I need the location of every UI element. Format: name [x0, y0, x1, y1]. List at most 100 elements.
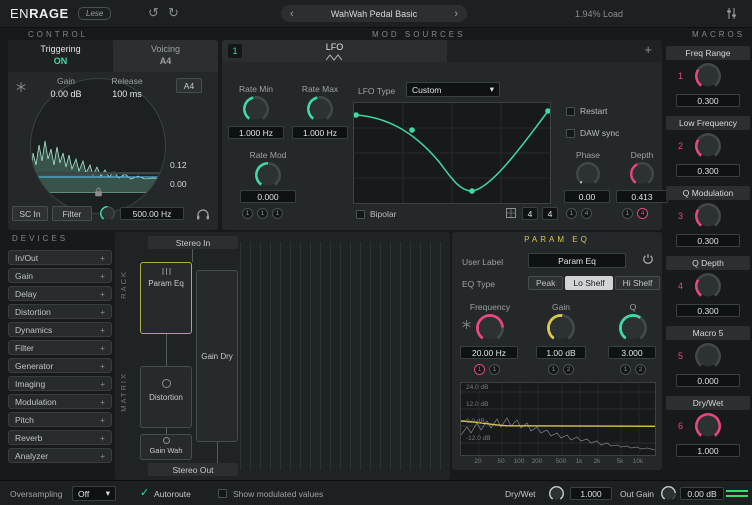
out-gain-knob[interactable]	[661, 486, 676, 501]
add-device-icon[interactable]: +	[100, 325, 105, 335]
undo-icon[interactable]: ↺	[148, 5, 159, 21]
brand-logo[interactable]: Lese	[78, 7, 111, 20]
frequency-knob[interactable]	[476, 314, 504, 342]
lock-icon[interactable]	[94, 187, 103, 199]
macro-name[interactable]: Dry/Wet	[666, 396, 750, 410]
add-mod-source-icon[interactable]: +	[644, 42, 652, 57]
lfo-curve-editor[interactable]	[353, 102, 551, 204]
add-device-icon[interactable]: +	[100, 271, 105, 281]
show-modulated-checkbox[interactable]	[218, 489, 227, 498]
macro-value[interactable]: 0.300	[676, 94, 740, 107]
macro-name[interactable]: Freq Range	[666, 46, 750, 60]
sidechain-in-button[interactable]: SC In	[12, 206, 48, 221]
grid-y-value[interactable]: 4	[542, 207, 558, 220]
macro-name[interactable]: Macro 5	[666, 326, 750, 340]
stereo-in-node[interactable]: Stereo In	[148, 236, 238, 249]
rate-min-knob[interactable]	[243, 96, 269, 122]
rate-mod-value[interactable]: 0.000	[240, 190, 296, 203]
filter-freq-knob[interactable]	[100, 206, 115, 221]
device-list-item[interactable]: Reverb +	[8, 430, 112, 445]
rate-max-value[interactable]: 1.000 Hz	[292, 126, 348, 139]
eq-type-button[interactable]: Lo Shelf	[565, 276, 612, 290]
macro-knob[interactable]	[695, 63, 721, 89]
mod-slot[interactable]: 1	[242, 208, 253, 219]
mod-slot[interactable]: 1	[489, 364, 500, 375]
gain-value[interactable]: 0.00 dB	[38, 89, 94, 99]
macro-value[interactable]: 0.300	[676, 304, 740, 317]
power-icon[interactable]	[642, 253, 654, 267]
mod-slot[interactable]: 1	[272, 208, 283, 219]
lfo-type-dropdown[interactable]: Custom ▾	[406, 82, 500, 97]
redo-icon[interactable]: ↻	[168, 5, 179, 21]
bipolar-checkbox-row[interactable]: Bipolar	[356, 209, 396, 219]
device-list-item[interactable]: Dynamics +	[8, 322, 112, 337]
oversampling-dropdown[interactable]: Off ▾	[72, 486, 116, 501]
tab-triggering[interactable]: Triggering ON	[8, 40, 113, 72]
node-knob-icon[interactable]	[162, 379, 171, 388]
grid-snap-icon[interactable]	[506, 208, 516, 220]
daw-sync-checkbox-row[interactable]: DAW sync	[566, 128, 619, 138]
mod-slot[interactable]: 4	[637, 208, 648, 219]
macro-value[interactable]: 0.300	[676, 234, 740, 247]
device-list-item[interactable]: Delay +	[8, 286, 112, 301]
add-device-icon[interactable]: +	[100, 307, 105, 317]
mod-slot[interactable]: 2	[635, 364, 646, 375]
eq-gain-value[interactable]: 1.00 dB	[536, 346, 586, 359]
q-value[interactable]: 3.000	[608, 346, 656, 359]
dry-wet-value[interactable]: 1.000	[570, 487, 612, 500]
mod-slot[interactable]: 2	[563, 364, 574, 375]
device-list-item[interactable]: Pitch +	[8, 412, 112, 427]
phase-value[interactable]: 0.00	[564, 190, 610, 203]
stereo-out-node[interactable]: Stereo Out	[148, 463, 238, 476]
mod-source-tab-1[interactable]: 1 LFO	[222, 40, 447, 62]
device-list-item[interactable]: Modulation +	[8, 394, 112, 409]
device-list-item[interactable]: Analyzer +	[8, 448, 112, 463]
rate-max-knob[interactable]	[307, 96, 333, 122]
device-list-item[interactable]: Distortion +	[8, 304, 112, 319]
rack-matrix-area[interactable]: Stereo In RACK MATRIX Param Eq Gain Dry …	[115, 232, 450, 480]
phase-knob[interactable]	[576, 162, 600, 186]
matrix-grid[interactable]	[240, 242, 446, 470]
macro-name[interactable]: Q Modulation	[666, 186, 750, 200]
add-device-icon[interactable]: +	[100, 361, 105, 371]
grid-x-value[interactable]: 4	[522, 207, 538, 220]
dry-wet-knob[interactable]	[549, 486, 564, 501]
rack-node-gain-dry[interactable]: Gain Dry	[196, 270, 238, 442]
macro-knob[interactable]	[695, 273, 721, 299]
macro-value[interactable]: 0.000	[676, 374, 740, 387]
filter-freq-value[interactable]: 500.00 Hz	[120, 207, 184, 220]
tab-voicing[interactable]: Voicing A4	[113, 40, 218, 72]
mod-slot[interactable]: 1	[622, 208, 633, 219]
rate-mod-knob[interactable]	[255, 162, 281, 188]
macro-value[interactable]: 1.000	[676, 444, 740, 457]
gain-control[interactable]: Gain 0.00 dB	[38, 76, 94, 99]
autoroute-check-icon[interactable]: ✓	[140, 486, 149, 499]
note-button[interactable]: A4	[176, 78, 202, 93]
rack-node-param-eq[interactable]: Param Eq	[140, 262, 192, 334]
eq-type-button[interactable]: Peak	[528, 276, 563, 290]
drag-grip-icon[interactable]	[162, 268, 171, 277]
eq-type-button[interactable]: Hi Shelf	[615, 276, 661, 290]
rack-node-distortion[interactable]: Distortion	[140, 366, 192, 428]
autoroute-label[interactable]: Autoroute	[154, 489, 191, 499]
macro-knob[interactable]	[695, 203, 721, 229]
macro-name[interactable]: Q Depth	[666, 256, 750, 270]
filter-button[interactable]: Filter	[52, 206, 92, 221]
mod-slot[interactable]: 1	[566, 208, 577, 219]
mod-slot[interactable]: 1	[620, 364, 631, 375]
mod-slot[interactable]: 4	[581, 208, 592, 219]
node-knob-icon[interactable]	[163, 437, 170, 444]
io-settings-icon[interactable]	[725, 7, 738, 22]
macro-name[interactable]: Low Frequency	[666, 116, 750, 130]
macro-knob[interactable]	[695, 343, 721, 369]
out-gain-value[interactable]: 0.00 dB	[680, 487, 724, 500]
envelope-waveform[interactable]	[31, 133, 166, 193]
device-list-item[interactable]: Imaging +	[8, 376, 112, 391]
mod-slot[interactable]: 1	[548, 364, 559, 375]
mod-slot[interactable]: 1	[474, 364, 485, 375]
add-device-icon[interactable]: +	[100, 397, 105, 407]
mod-slot[interactable]: 1	[257, 208, 268, 219]
macro-knob[interactable]	[695, 133, 721, 159]
q-knob[interactable]	[619, 314, 647, 342]
eq-gain-knob[interactable]	[547, 314, 575, 342]
